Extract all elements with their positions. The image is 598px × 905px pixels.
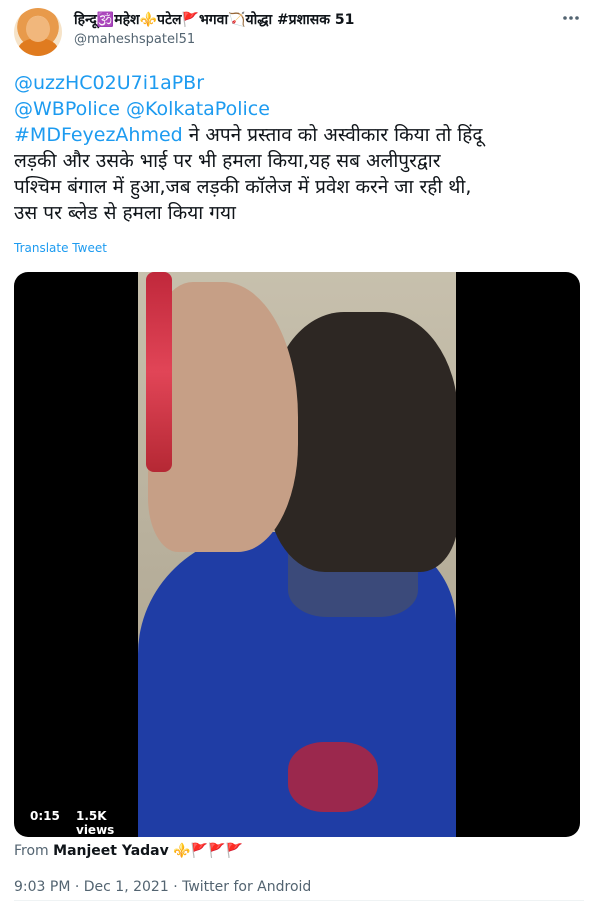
tweet-text-line: उस पर ब्लेड से हमला किया गया: [14, 202, 236, 224]
avatar-face: [26, 16, 50, 42]
tweet-metadata[interactable]: 9:03 PM · Dec 1, 2021 · Twitter for Andr…: [14, 879, 311, 895]
attribution-emojis: ⚜️🚩🚩🚩: [173, 843, 243, 859]
attribution-prefix: From: [14, 843, 54, 859]
author-display-name[interactable]: हिन्दू🕉️महेश⚜️पटेल🚩भगवा🏹योद्धा #प्रशासक …: [74, 10, 354, 29]
video-frame: [138, 272, 456, 837]
video-blood-streak: [146, 272, 172, 472]
tweet-text-line: ने अपने प्रस्ताव को अस्वीकार किया तो हिं…: [182, 124, 483, 146]
video-player[interactable]: [14, 272, 580, 837]
video-views: 1.5K views: [76, 809, 115, 837]
tweet-text-line: लड़की और उसके भाई पर भी हमला किया,यह सब …: [14, 150, 441, 172]
avatar[interactable]: [14, 8, 62, 56]
tweet-text: @uzzHC02U7i1aPBr @WBPolice @KolkataPolic…: [14, 70, 586, 226]
attribution-source[interactable]: Manjeet Yadav: [53, 843, 169, 859]
video-duration: 0:15: [24, 806, 66, 826]
video-attribution: From Manjeet Yadav ⚜️🚩🚩🚩: [14, 843, 243, 859]
author-handle[interactable]: @maheshspatel51: [74, 32, 195, 47]
tweet-text-line: पश्चिम बंगाल में हुआ,जब लड़की कॉलेज में …: [14, 176, 472, 198]
mention-link[interactable]: @KolkataPolice: [126, 98, 270, 120]
divider: [14, 900, 584, 901]
mention-link[interactable]: @WBPolice: [14, 98, 120, 120]
mention-link[interactable]: @uzzHC02U7i1aPBr: [14, 72, 204, 94]
translate-tweet-link[interactable]: Translate Tweet: [14, 241, 107, 255]
tweet-container: हिन्दू🕉️महेश⚜️पटेल🚩भगवा🏹योद्धा #प्रशासक …: [0, 0, 598, 905]
hashtag-link[interactable]: #MDFeyezAhmed: [14, 124, 183, 146]
video-stain: [288, 742, 378, 812]
more-horizontal-icon[interactable]: [560, 8, 582, 30]
